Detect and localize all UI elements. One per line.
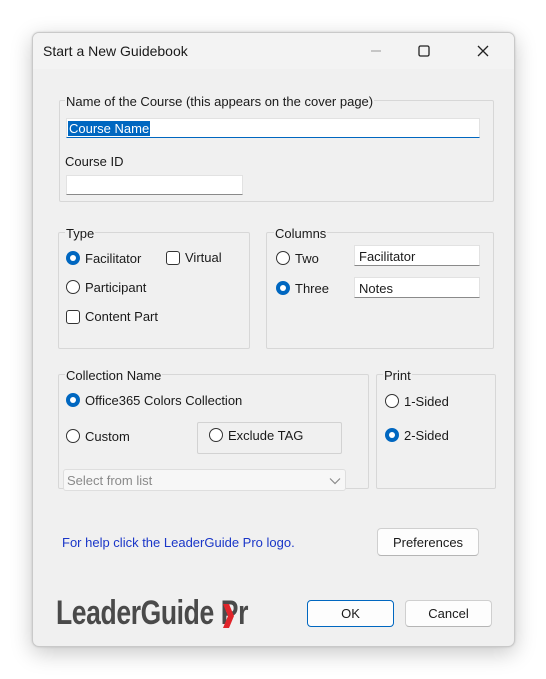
course-id-label: Course ID [65, 154, 124, 169]
print-2-sided-label: 2-Sided [404, 428, 449, 443]
columns-label: Columns [274, 226, 328, 241]
logo-play-icon [223, 604, 234, 628]
collection-label: Collection Name [65, 368, 163, 383]
collection-office365-label: Office365 Colors Collection [85, 393, 243, 408]
ok-button-label: OK [341, 606, 360, 621]
window-title: Start a New Guidebook [43, 43, 188, 59]
columns-three-radio[interactable] [276, 281, 290, 295]
course-name-value: Course Name [68, 121, 151, 136]
help-link[interactable]: For help click the LeaderGuide Pro logo. [62, 535, 295, 550]
preferences-button[interactable]: Preferences [377, 528, 479, 556]
collection-custom-label: Custom [85, 429, 130, 444]
columns-three-label: Three [295, 281, 329, 296]
print-1-sided-label: 1-Sided [404, 394, 449, 409]
preferences-button-label: Preferences [392, 535, 464, 550]
type-virtual-label: Virtual [185, 250, 222, 265]
type-facilitator-label: Facilitator [85, 251, 142, 266]
column-field-2-input[interactable]: Notes [354, 277, 480, 298]
minimize-button [353, 33, 399, 69]
collection-office365-radio[interactable] [66, 393, 80, 407]
type-participant-label: Participant [85, 280, 147, 295]
logo-text: LeaderGuide Pr [56, 594, 249, 632]
column-field-2-value: Notes [359, 281, 393, 296]
close-button[interactable] [460, 33, 506, 69]
exclude-tag-radio[interactable] [209, 428, 223, 442]
print-2-sided-radio[interactable] [385, 428, 399, 442]
type-content-part-label: Content Part [85, 309, 158, 324]
close-icon [477, 45, 489, 57]
print-label: Print [383, 368, 412, 383]
columns-two-radio[interactable] [276, 251, 290, 265]
start-guidebook-dialog: Start a New Guidebook Name of the Course… [32, 32, 515, 647]
collection-custom-radio[interactable] [66, 429, 80, 443]
type-label: Type [65, 226, 96, 241]
cancel-button[interactable]: Cancel [405, 600, 492, 627]
minimize-icon [371, 50, 381, 52]
type-participant-radio[interactable] [66, 280, 80, 294]
type-virtual-checkbox[interactable] [166, 251, 180, 265]
title-bar[interactable]: Start a New Guidebook [33, 33, 514, 69]
leaderguide-logo[interactable]: LeaderGuide Pr [56, 594, 249, 634]
course-id-input[interactable] [66, 175, 243, 195]
chevron-down-icon [329, 478, 341, 485]
columns-two-label: Two [295, 251, 319, 266]
maximize-icon [418, 45, 430, 57]
print-1-sided-radio[interactable] [385, 394, 399, 408]
type-content-part-checkbox[interactable] [66, 310, 80, 324]
course-name-label: Name of the Course (this appears on the … [65, 94, 375, 109]
collection-select[interactable]: Select from list [63, 469, 346, 491]
cancel-button-label: Cancel [428, 606, 469, 621]
type-facilitator-radio[interactable] [66, 251, 80, 265]
course-name-input[interactable]: Course Name [66, 118, 480, 138]
column-field-1-value: Facilitator [359, 249, 416, 264]
exclude-tag-label: Exclude TAG [228, 428, 304, 443]
column-field-1-input[interactable]: Facilitator [354, 245, 480, 266]
maximize-button[interactable] [401, 33, 447, 69]
ok-button[interactable]: OK [307, 600, 394, 627]
collection-select-placeholder: Select from list [67, 473, 153, 488]
